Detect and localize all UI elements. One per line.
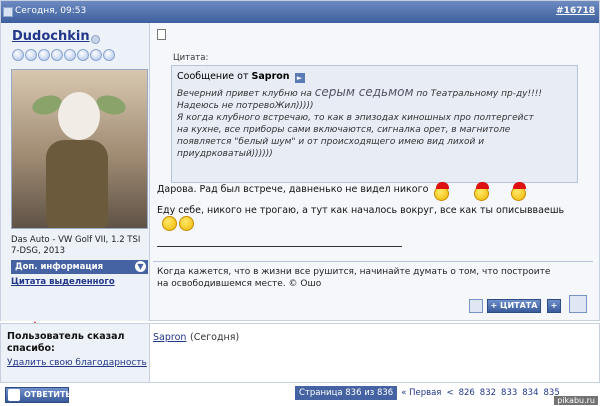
user-icon[interactable] — [469, 299, 483, 313]
first-page-link[interactable]: « Первая — [401, 388, 441, 398]
thanks-panel: Пользователь сказал спасибо: Удалить сво… — [0, 323, 600, 383]
view-post-icon[interactable]: ► — [294, 73, 305, 83]
quote-author: Sapron — [251, 71, 290, 82]
quote-label: Цитата: — [173, 53, 209, 63]
username-link[interactable]: Dudochkin — [12, 29, 90, 44]
quote-line: Вечерний привет клубню на — [177, 89, 312, 99]
user-car: Das Auto - VW Golf VII, 1.2 TSI 7-DSG, 2… — [11, 235, 141, 256]
reputation-icon — [51, 49, 63, 61]
signature-divider — [157, 246, 402, 247]
more-info-label: Доп. информация — [15, 262, 104, 272]
quote-line: на кухне, все приборы сами включаются, с… — [177, 125, 511, 135]
quote-selected-link[interactable]: Цитата выделенного — [11, 277, 115, 287]
thanks-left-panel: Пользователь сказал спасибо: Удалить сво… — [1, 324, 150, 382]
quote-line: по Театральному пр-ду!!!! — [416, 89, 542, 99]
prev-page-link[interactable]: < — [446, 388, 453, 398]
forum-post: Сегодня, 09:53 #16718 Dudochkin Das Auto… — [0, 0, 600, 334]
quote-line: Надеюсь не потревоЖил))))) — [177, 101, 314, 111]
quote-line: Я когда клубного встречаю, то как в эпиз… — [177, 113, 534, 123]
post-text-line: Еду себе, никого не трогаю, а тут как на… — [157, 205, 565, 216]
avatar-robe — [46, 140, 108, 228]
quote-from: Сообщение от Sapron ► — [177, 71, 305, 83]
signature-line: на освободившемся месте. © Ошо — [157, 279, 322, 289]
reputation-bar — [12, 49, 122, 62]
quote-line: приудрковатый)))))) — [177, 149, 273, 159]
message-body: Цитата: Сообщение от Sapron ► Вечерний п… — [151, 23, 599, 321]
thanks-user-link[interactable]: Sapron — [153, 332, 186, 343]
document-icon — [157, 29, 166, 40]
user-info-panel: Dudochkin Das Auto - VW Golf VII, 1.2 TS… — [1, 23, 150, 334]
reputation-icon — [38, 49, 50, 61]
watermark: pikabu.ru — [554, 396, 598, 405]
reply-button[interactable]: ОТВЕТИТЬ — [5, 387, 72, 403]
post-number-link[interactable]: #16718 — [556, 6, 595, 16]
reputation-icon — [90, 49, 102, 61]
reply-label: ОТВЕТИТЬ — [24, 390, 72, 399]
page-link[interactable]: 834 — [522, 388, 538, 398]
avatar — [11, 69, 148, 229]
quote-from-prefix: Сообщение от — [177, 71, 249, 82]
quote-line: появляется "белый шум" и от происходящег… — [177, 137, 485, 147]
signature: Когда кажется, что в жизни все рушится, … — [157, 266, 587, 290]
chevron-down-icon: ▼ — [135, 261, 146, 272]
offline-status-icon — [91, 35, 100, 44]
smiley-icon — [511, 182, 526, 201]
more-info-button[interactable]: Доп. информация ▼ — [11, 260, 148, 274]
smiley-icon — [162, 216, 177, 231]
post-icon — [3, 7, 13, 17]
post-text-line: Дарова. Рад был встрече, давненько не ви… — [157, 184, 429, 195]
quote-text: Вечерний привет клубню на серым седьмом … — [177, 86, 575, 160]
smiley-icon — [179, 216, 194, 231]
reputation-icon — [103, 49, 115, 61]
thanks-title: Пользователь сказал спасибо: — [7, 331, 125, 354]
post-header: Сегодня, 09:53 #16718 — [1, 1, 599, 23]
signature-line: Когда кажется, что в жизни все рушится, … — [157, 267, 551, 277]
page-link[interactable]: 826 — [459, 388, 475, 398]
reputation-icon — [12, 49, 24, 61]
separator — [153, 261, 593, 262]
remove-thanks-link[interactable]: Удалить свою благодарность — [7, 357, 147, 369]
multi-quote-button[interactable]: + — [547, 299, 561, 313]
page-link[interactable]: 833 — [501, 388, 517, 398]
quote-emphasis: серым седьмом — [314, 85, 414, 99]
smiley-icon — [434, 182, 449, 201]
thanks-time: (Сегодня) — [190, 332, 240, 343]
reputation-icon — [77, 49, 89, 61]
quote-button[interactable]: + ЦИТАТА — [487, 299, 541, 313]
page-link[interactable]: 832 — [480, 388, 496, 398]
quote-box: Сообщение от Sapron ► Вечерний привет кл… — [171, 65, 578, 183]
post-date: Сегодня, 09:53 — [15, 6, 87, 16]
avatar-head — [58, 92, 100, 140]
smiley-icon — [474, 182, 489, 201]
reply-icon — [8, 389, 20, 401]
page-info: Страница 836 из 836 — [295, 386, 398, 400]
reputation-icon — [25, 49, 37, 61]
reputation-icon — [64, 49, 76, 61]
quick-reply-icon[interactable] — [569, 295, 587, 313]
